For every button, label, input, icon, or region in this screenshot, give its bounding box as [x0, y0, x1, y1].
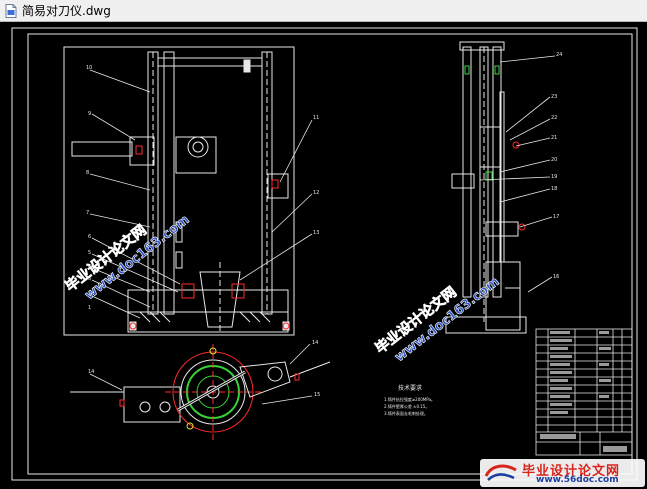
svg-text:1.铸件抗拉强度≥200MPa。: 1.铸件抗拉强度≥200MPa。 — [384, 396, 435, 402]
top-view-labels: 14 14 15 — [88, 340, 320, 398]
svg-text:18: 18 — [551, 186, 557, 192]
site-logo: 毕业设计论文网 www.56doc.com — [480, 459, 645, 487]
side-view-green-details — [464, 65, 500, 181]
svg-text:22: 22 — [551, 115, 557, 121]
svg-text:15: 15 — [314, 392, 320, 398]
side-view-labels: 24 23 22 21 20 19 18 17 16 — [551, 52, 562, 280]
svg-text:17: 17 — [553, 214, 559, 220]
drawing-viewport[interactable]: 10 9 8 7 6 5 4 3 2 1 11 12 13 24 23 22 2… — [0, 22, 647, 489]
svg-text:12: 12 — [313, 190, 319, 196]
top-view — [70, 344, 331, 442]
cad-drawing-canvas[interactable]: 10 9 8 7 6 5 4 3 2 1 11 12 13 24 23 22 2… — [0, 22, 647, 489]
svg-text:19: 19 — [551, 174, 557, 180]
svg-text:20: 20 — [551, 157, 557, 163]
top-view-leaders — [89, 343, 313, 405]
watermark-right: 毕业设计论文网 www.doc163.com — [372, 274, 503, 365]
svg-text:技术要求: 技术要求 — [398, 384, 422, 392]
svg-text:6: 6 — [88, 234, 91, 240]
window-titlebar: 简易对刀仪.dwg — [0, 0, 647, 22]
technical-requirements: 技术要求 1.铸件抗拉强度≥200MPa。 2.铸件壁厚公差 ±0.15。 3.… — [384, 384, 435, 416]
svg-text:8: 8 — [86, 170, 89, 176]
svg-text:21: 21 — [551, 135, 557, 141]
window-title: 简易对刀仪.dwg — [22, 4, 111, 18]
logo-url: www.56doc.com — [536, 475, 619, 485]
svg-text:23: 23 — [551, 94, 557, 100]
swirl-logo-icon — [484, 464, 517, 481]
dwg-file-icon — [5, 3, 17, 18]
svg-text:16: 16 — [553, 274, 559, 280]
svg-text:1: 1 — [88, 305, 91, 311]
watermark-left: 毕业设计论文网 www.doc163.com — [62, 212, 193, 303]
side-view-leaders — [479, 55, 556, 293]
svg-text:9: 9 — [88, 111, 91, 117]
svg-text:5: 5 — [88, 250, 91, 256]
side-view-red-details — [512, 141, 526, 231]
svg-text:7: 7 — [86, 210, 89, 216]
svg-text:14: 14 — [88, 369, 94, 375]
svg-text:14: 14 — [312, 340, 318, 346]
svg-text:10: 10 — [86, 65, 92, 71]
svg-text:2.铸件壁厚公差 ±0.15。: 2.铸件壁厚公差 ±0.15。 — [384, 403, 429, 409]
svg-text:13: 13 — [313, 230, 319, 236]
svg-text:3.铸件表面去毛刺处理。: 3.铸件表面去毛刺处理。 — [384, 410, 428, 416]
svg-text:24: 24 — [556, 52, 562, 58]
svg-text:11: 11 — [313, 115, 319, 121]
title-block-fills — [540, 331, 627, 452]
